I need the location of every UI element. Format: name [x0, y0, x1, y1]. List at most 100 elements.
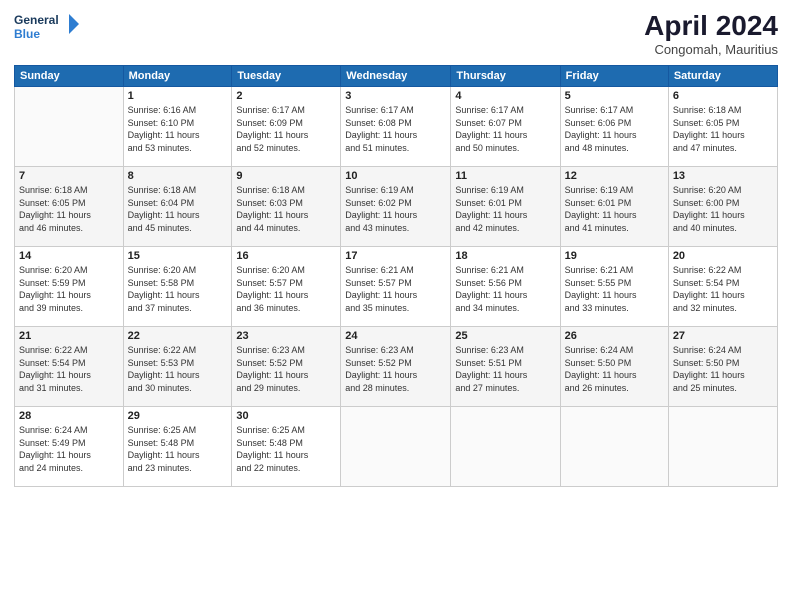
calendar-cell: 23 Sunrise: 6:23 AM Sunset: 5:52 PM Dayli… — [232, 327, 341, 407]
day-info: Sunrise: 6:18 AM Sunset: 6:05 PM Dayligh… — [673, 104, 773, 154]
day-number: 25 — [455, 330, 555, 342]
day-info: Sunrise: 6:19 AM Sunset: 6:02 PM Dayligh… — [345, 184, 446, 234]
day-info: Sunrise: 6:23 AM Sunset: 5:52 PM Dayligh… — [345, 344, 446, 394]
calendar-container: GeneralBlue April 2024 Congomah, Mauriti… — [0, 0, 792, 612]
day-number: 15 — [128, 250, 228, 262]
calendar-cell: 19Sunrise: 6:21 AM Sunset: 5:55 PM Dayli… — [560, 247, 668, 327]
calendar-cell: 10Sunrise: 6:19 AM Sunset: 6:02 PM Dayli… — [341, 167, 451, 247]
calendar-cell: 11 Sunrise: 6:19 AM Sunset: 6:01 PM Dayli… — [451, 167, 560, 247]
day-info: Sunrise: 6:22 AM Sunset: 5:54 PM Dayligh… — [19, 344, 119, 394]
calendar-cell: 27 Sunrise: 6:24 AM Sunset: 5:50 PM Dayli… — [668, 327, 777, 407]
day-info: Sunrise: 6:19 AM Sunset: 6:01 PM Dayligh… — [565, 184, 664, 234]
day-info: Sunrise: 6:22 AM Sunset: 5:53 PM Dayligh… — [128, 344, 228, 394]
day-number: 27 — [673, 330, 773, 342]
calendar-cell: 5 Sunrise: 6:17 AM Sunset: 6:06 PM Daylig… — [560, 87, 668, 167]
day-info: Sunrise: 6:21 AM Sunset: 5:56 PM Dayligh… — [455, 264, 555, 314]
calendar-cell: 22 Sunrise: 6:22 AM Sunset: 5:53 PM Dayli… — [123, 327, 232, 407]
day-info: Sunrise: 6:20 AM Sunset: 5:57 PM Dayligh… — [236, 264, 336, 314]
calendar-cell: 14 Sunrise: 6:20 AM Sunset: 5:59 PM Dayli… — [15, 247, 124, 327]
day-number: 21 — [19, 330, 119, 342]
calendar-cell: 6 Sunrise: 6:18 AM Sunset: 6:05 PM Daylig… — [668, 87, 777, 167]
calendar-cell — [451, 407, 560, 487]
day-number: 1 — [128, 90, 228, 102]
calendar-cell: 1Sunrise: 6:16 AM Sunset: 6:10 PM Daylig… — [123, 87, 232, 167]
day-info: Sunrise: 6:23 AM Sunset: 5:52 PM Dayligh… — [236, 344, 336, 394]
calendar-cell: 20Sunrise: 6:22 AM Sunset: 5:54 PM Dayli… — [668, 247, 777, 327]
day-info: Sunrise: 6:17 AM Sunset: 6:06 PM Dayligh… — [565, 104, 664, 154]
calendar-table: SundayMondayTuesdayWednesdayThursdayFrid… — [14, 65, 778, 487]
day-info: Sunrise: 6:24 AM Sunset: 5:49 PM Dayligh… — [19, 424, 119, 474]
day-number: 22 — [128, 330, 228, 342]
day-number: 16 — [236, 250, 336, 262]
calendar-cell — [668, 407, 777, 487]
day-number: 8 — [128, 170, 228, 182]
day-header-tuesday: Tuesday — [232, 66, 341, 87]
calendar-cell: 12 Sunrise: 6:19 AM Sunset: 6:01 PM Dayli… — [560, 167, 668, 247]
day-info: Sunrise: 6:20 AM Sunset: 5:59 PM Dayligh… — [19, 264, 119, 314]
day-number: 5 — [565, 90, 664, 102]
day-number: 28 — [19, 410, 119, 422]
day-number: 6 — [673, 90, 773, 102]
calendar-week-row: 28 Sunrise: 6:24 AM Sunset: 5:49 PM Dayli… — [15, 407, 778, 487]
day-info: Sunrise: 6:17 AM Sunset: 6:07 PM Dayligh… — [455, 104, 555, 154]
day-number: 2 — [236, 90, 336, 102]
day-info: Sunrise: 6:21 AM Sunset: 5:55 PM Dayligh… — [565, 264, 664, 314]
day-number: 29 — [128, 410, 228, 422]
day-info: Sunrise: 6:25 AM Sunset: 5:48 PM Dayligh… — [236, 424, 336, 474]
calendar-cell: 4 Sunrise: 6:17 AM Sunset: 6:07 PM Daylig… — [451, 87, 560, 167]
day-info: Sunrise: 6:19 AM Sunset: 6:01 PM Dayligh… — [455, 184, 555, 234]
day-info: Sunrise: 6:18 AM Sunset: 6:04 PM Dayligh… — [128, 184, 228, 234]
day-number: 4 — [455, 90, 555, 102]
svg-text:General: General — [14, 13, 59, 27]
day-info: Sunrise: 6:23 AM Sunset: 5:51 PM Dayligh… — [455, 344, 555, 394]
calendar-cell: 13 Sunrise: 6:20 AM Sunset: 6:00 PM Dayli… — [668, 167, 777, 247]
calendar-cell: 29 Sunrise: 6:25 AM Sunset: 5:48 PM Dayli… — [123, 407, 232, 487]
calendar-cell: 9 Sunrise: 6:18 AM Sunset: 6:03 PM Daylig… — [232, 167, 341, 247]
day-info: Sunrise: 6:25 AM Sunset: 5:48 PM Dayligh… — [128, 424, 228, 474]
calendar-cell — [560, 407, 668, 487]
location: Congomah, Mauritius — [644, 42, 778, 57]
calendar-cell: 25 Sunrise: 6:23 AM Sunset: 5:51 PM Dayli… — [451, 327, 560, 407]
day-header-sunday: Sunday — [15, 66, 124, 87]
month-year: April 2024 — [644, 10, 778, 42]
calendar-cell: 17Sunrise: 6:21 AM Sunset: 5:57 PM Dayli… — [341, 247, 451, 327]
calendar-cell: 8 Sunrise: 6:18 AM Sunset: 6:04 PM Daylig… — [123, 167, 232, 247]
day-info: Sunrise: 6:20 AM Sunset: 5:58 PM Dayligh… — [128, 264, 228, 314]
day-number: 3 — [345, 90, 446, 102]
day-info: Sunrise: 6:18 AM Sunset: 6:05 PM Dayligh… — [19, 184, 119, 234]
calendar-cell: 21 Sunrise: 6:22 AM Sunset: 5:54 PM Dayli… — [15, 327, 124, 407]
calendar-cell: 24Sunrise: 6:23 AM Sunset: 5:52 PM Dayli… — [341, 327, 451, 407]
day-header-wednesday: Wednesday — [341, 66, 451, 87]
calendar-cell: 7 Sunrise: 6:18 AM Sunset: 6:05 PM Daylig… — [15, 167, 124, 247]
day-number: 9 — [236, 170, 336, 182]
calendar-header-row: SundayMondayTuesdayWednesdayThursdayFrid… — [15, 66, 778, 87]
day-number: 14 — [19, 250, 119, 262]
day-info: Sunrise: 6:22 AM Sunset: 5:54 PM Dayligh… — [673, 264, 773, 314]
calendar-cell: 16 Sunrise: 6:20 AM Sunset: 5:57 PM Dayli… — [232, 247, 341, 327]
calendar-cell: 2 Sunrise: 6:17 AM Sunset: 6:09 PM Daylig… — [232, 87, 341, 167]
day-number: 13 — [673, 170, 773, 182]
calendar-cell: 18 Sunrise: 6:21 AM Sunset: 5:56 PM Dayli… — [451, 247, 560, 327]
day-number: 23 — [236, 330, 336, 342]
day-info: Sunrise: 6:18 AM Sunset: 6:03 PM Dayligh… — [236, 184, 336, 234]
calendar-cell: 30 Sunrise: 6:25 AM Sunset: 5:48 PM Dayli… — [232, 407, 341, 487]
day-info: Sunrise: 6:17 AM Sunset: 6:09 PM Dayligh… — [236, 104, 336, 154]
day-number: 18 — [455, 250, 555, 262]
day-info: Sunrise: 6:24 AM Sunset: 5:50 PM Dayligh… — [673, 344, 773, 394]
day-number: 11 — [455, 170, 555, 182]
calendar-cell: 15 Sunrise: 6:20 AM Sunset: 5:58 PM Dayli… — [123, 247, 232, 327]
day-header-monday: Monday — [123, 66, 232, 87]
day-header-thursday: Thursday — [451, 66, 560, 87]
calendar-cell: 28 Sunrise: 6:24 AM Sunset: 5:49 PM Dayli… — [15, 407, 124, 487]
day-info: Sunrise: 6:24 AM Sunset: 5:50 PM Dayligh… — [565, 344, 664, 394]
calendar-week-row: 21 Sunrise: 6:22 AM Sunset: 5:54 PM Dayli… — [15, 327, 778, 407]
header: GeneralBlue April 2024 Congomah, Mauriti… — [14, 10, 778, 57]
day-info: Sunrise: 6:20 AM Sunset: 6:00 PM Dayligh… — [673, 184, 773, 234]
day-number: 12 — [565, 170, 664, 182]
calendar-cell: 26 Sunrise: 6:24 AM Sunset: 5:50 PM Dayli… — [560, 327, 668, 407]
day-number: 30 — [236, 410, 336, 422]
logo: GeneralBlue — [14, 10, 84, 46]
title-block: April 2024 Congomah, Mauritius — [644, 10, 778, 57]
day-number: 26 — [565, 330, 664, 342]
day-number: 7 — [19, 170, 119, 182]
